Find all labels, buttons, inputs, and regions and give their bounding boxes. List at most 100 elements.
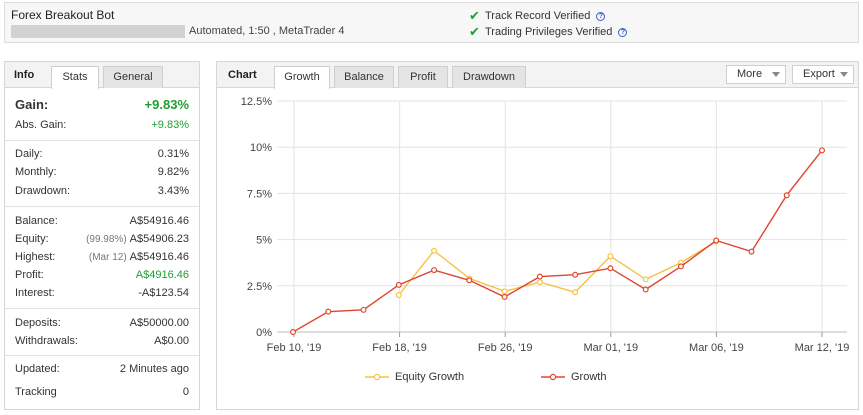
legend-growth-label: Growth [571,371,607,383]
equity-growth-point [536,279,543,286]
growth-point [536,273,543,280]
chart-label: Chart [228,69,257,81]
help-icon[interactable]: ? [596,11,606,21]
interest-row: Interest: -A$123.54 [15,287,189,299]
trading-privileges-verified: ✔ Trading Privileges Verified ? [469,24,628,40]
growth-point [395,281,402,288]
growth-point [360,306,367,313]
y-tick-label: 0% [256,327,272,339]
withdrawals-row: Withdrawals: A$0.00 [15,335,189,347]
x-tick-label: Mar 06, '19 [689,342,744,354]
drawdown-label: Drawdown: [15,185,71,197]
x-tick-label: Feb 26, '19 [478,342,533,354]
growth-line [292,149,823,333]
divider [5,140,199,141]
tracking-value: 0 [182,386,189,398]
growth-point [607,265,614,272]
drawdown-value: 3.43% [157,185,189,197]
tab-growth[interactable]: Growth [274,66,330,89]
tab-drawdown[interactable]: Drawdown [452,66,526,88]
growth-point [642,286,649,293]
profit-row: Profit: A$4916.46 [15,269,189,281]
bot-title: Forex Breakout Bot [11,8,115,22]
daily-row: Daily: 0.31% [15,148,189,160]
equity-growth-point [431,247,438,254]
monthly-label: Monthly: [15,166,57,178]
profit-label: Profit: [15,269,44,281]
verified-label: Track Record Verified [485,10,591,22]
monthly-row: Monthly: 9.82% [15,166,189,178]
chevron-down-icon [840,72,848,77]
tracking-label: Tracking [15,386,57,398]
growth-point [713,237,720,244]
redacted-owner [11,25,185,38]
export-button[interactable]: Export [792,65,854,84]
check-icon: ✔ [469,8,480,23]
export-label: Export [803,68,835,80]
divider [5,308,199,309]
bot-meta: Automated, 1:50 , MetaTrader 4 [189,25,345,37]
gain-row: Gain: +9.83% [15,97,189,112]
x-tick-label: Mar 12, '19 [795,342,850,354]
profit-value: A$4916.46 [135,269,189,281]
divider [5,206,199,207]
highest-date: (Mar 12) [88,252,127,263]
deposits-label: Deposits: [15,317,61,329]
balance-value: A$54916.46 [129,215,189,227]
y-tick-label: 10% [250,142,272,154]
growth-point [677,263,684,270]
equity-value: A$54906.23 [129,233,189,245]
highest-value-group: (Mar 12) A$54916.46 [89,251,189,263]
tab-general[interactable]: General [103,66,163,88]
growth-point [783,192,790,199]
equity-percent: (99.98%) [86,234,127,245]
info-panel: Info Stats General Gain: +9.83% Abs. Gai… [4,61,200,410]
monthly-value: 9.82% [157,166,189,178]
tab-profit[interactable]: Profit [398,66,448,88]
chevron-down-icon [772,72,780,77]
abs-gain-value: +9.83% [151,119,189,131]
withdrawals-value: A$0.00 [154,335,189,347]
equity-row: Equity: (99.98%) A$54906.23 [15,233,189,245]
y-tick-label: 2.5% [247,281,272,293]
tracking-row: Tracking 0 [15,386,189,398]
x-tick-label: Feb 18, '19 [372,342,427,354]
equity-growth-point [395,292,402,299]
growth-point [431,267,438,274]
chart-tabbar: Chart Growth Balance Profit Drawdown Mor… [217,62,858,89]
highest-value: A$54916.46 [129,251,189,263]
more-button[interactable]: More [726,65,786,84]
tab-balance[interactable]: Balance [334,66,394,88]
more-label: More [737,68,763,80]
withdrawals-label: Withdrawals: [15,335,78,347]
track-record-verified: ✔ Track Record Verified ? [469,8,606,24]
deposits-row: Deposits: A$50000.00 [15,317,189,329]
y-tick-label: 5% [256,235,272,247]
legend-equity-growth[interactable]: Equity Growth [365,371,464,383]
account-header: Forex Breakout Bot Automated, 1:50 , Met… [4,2,859,43]
growth-point [501,293,508,300]
daily-label: Daily: [15,148,43,160]
info-label: Info [14,69,35,81]
equity-value-group: (99.98%) A$54906.23 [86,233,189,245]
equity-growth-point [642,276,649,283]
growth-point [572,271,579,278]
tab-stats[interactable]: Stats [51,66,99,89]
legend-growth[interactable]: Growth [541,371,606,383]
divider [5,355,199,356]
abs-gain-label: Abs. Gain: [15,119,67,131]
legend-growth-swatch [541,373,565,381]
highest-row: Highest: (Mar 12) A$54916.46 [15,251,189,263]
help-icon[interactable]: ? [618,27,628,37]
y-tick-label: 12.5% [241,96,272,108]
updated-label: Updated: [15,363,60,375]
equity-growth-point [572,289,579,296]
interest-value: -A$123.54 [138,287,189,299]
growth-point [325,308,332,315]
chart-panel: Chart Growth Balance Profit Drawdown Mor… [216,61,859,410]
drawdown-row: Drawdown: 3.43% [15,185,189,197]
equity-growth-line [398,240,717,296]
check-icon: ✔ [469,24,480,39]
growth-chart: 0% 2.5% 5% 7.5% 10% 12.5% Feb 10, '19 Feb 18, '… [241,96,850,354]
highest-label: Highest: [15,251,56,263]
